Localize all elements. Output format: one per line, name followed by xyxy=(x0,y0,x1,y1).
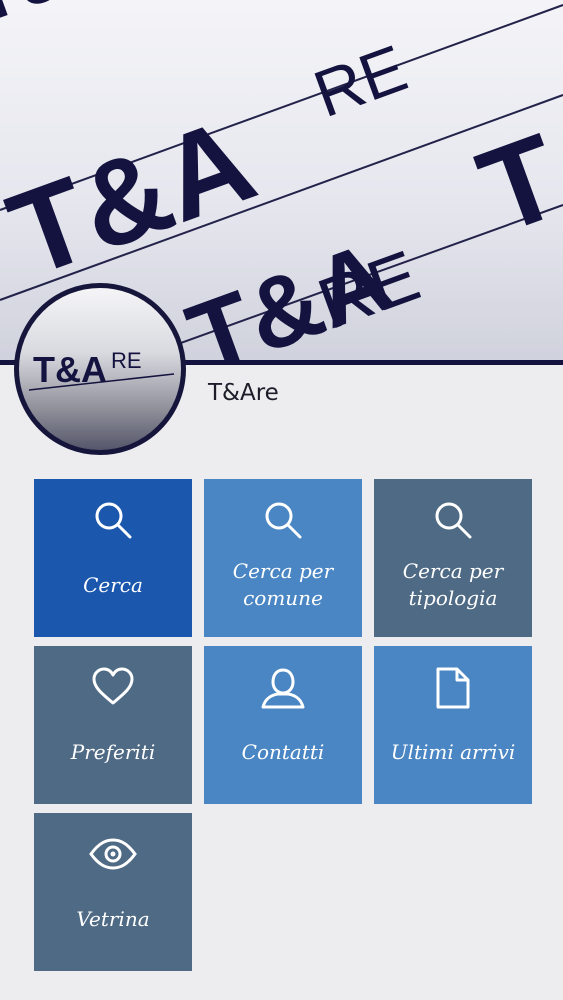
search-icon xyxy=(258,499,308,541)
tile-label: Cerca per tipologia xyxy=(402,559,504,610)
tile-label: Cerca xyxy=(83,572,143,597)
user-icon xyxy=(258,666,308,709)
document-icon xyxy=(428,666,478,709)
search-icon xyxy=(428,499,478,541)
banner-text-lower: T&A xyxy=(174,220,405,365)
tile-cerca-per-comune[interactable]: Cerca per comune xyxy=(204,479,362,637)
tile-label: Contatti xyxy=(241,739,325,764)
banner-text-main-sup: RE xyxy=(304,30,415,131)
tile-label: Ultimi arrivi xyxy=(390,739,516,764)
tile-label: Vetrina xyxy=(76,906,150,931)
tile-cerca-per-tipologia[interactable]: Cerca per tipologia xyxy=(374,479,532,637)
tile-contatti[interactable]: Contatti xyxy=(204,646,362,804)
tile-label: Preferiti xyxy=(70,739,156,764)
app-title: T&Are xyxy=(208,380,279,406)
logo-graphic: T&A RE xyxy=(28,348,175,391)
logo-text: T&A xyxy=(33,349,107,390)
heart-icon xyxy=(88,666,138,708)
tile-preferiti[interactable]: Preferiti xyxy=(34,646,192,804)
search-icon xyxy=(88,499,138,541)
eye-icon xyxy=(88,833,138,875)
banner-text-right: T&A xyxy=(463,49,563,259)
avatar: T&A RE xyxy=(14,283,186,455)
banner-text-top: T&A xyxy=(0,0,136,41)
logo-text-sup: RE xyxy=(111,348,142,373)
tile-label: Cerca per comune xyxy=(232,559,334,610)
tile-vetrina[interactable]: Vetrina xyxy=(34,813,192,971)
tile-cerca[interactable]: Cerca xyxy=(34,479,192,637)
tile-ultimi-arrivi[interactable]: Ultimi arrivi xyxy=(374,646,532,804)
